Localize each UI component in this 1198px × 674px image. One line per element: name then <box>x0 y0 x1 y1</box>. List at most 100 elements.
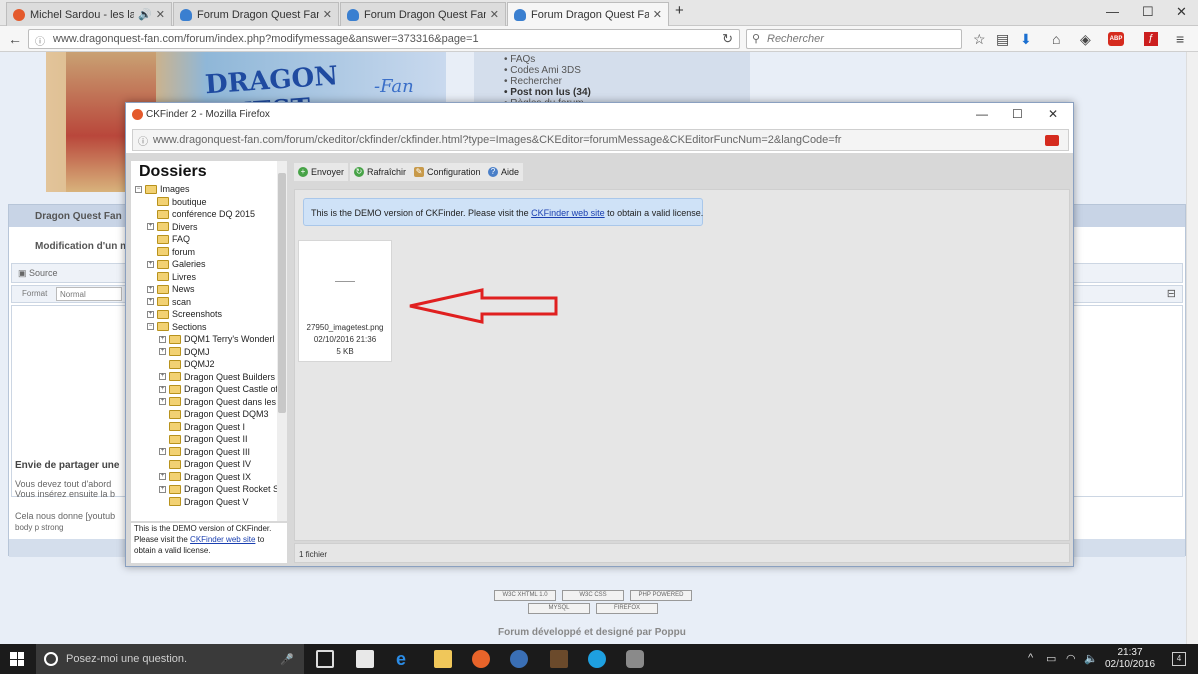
mysql-badge[interactable]: MYSQL <box>528 603 590 614</box>
folder-tree-item[interactable]: + Screenshots <box>147 308 222 320</box>
folder-tree-item[interactable]: Dragon Quest II <box>159 433 248 445</box>
folder-tree-item[interactable]: + Dragon Quest Castle of D <box>159 383 287 395</box>
w3c-xhtml-badge[interactable]: W3C XHTML 1.0 <box>494 590 556 601</box>
new-tab-button[interactable]: + <box>675 2 684 19</box>
tab-forum-dq-2[interactable]: Forum Dragon Quest Fan ... ✕ <box>340 2 506 26</box>
menu-item-faqs[interactable]: • FAQs <box>504 54 750 65</box>
skype-icon[interactable] <box>588 650 606 668</box>
source-button[interactable]: ▣ Source <box>18 268 58 279</box>
expand-icon[interactable]: + <box>159 398 166 405</box>
flash-icon[interactable]: ƒ <box>1144 32 1158 46</box>
close-tab-icon[interactable]: ✕ <box>156 8 165 21</box>
folders-scrollbar[interactable] <box>277 161 287 521</box>
search-bar[interactable]: ⚲ Rechercher <box>746 29 962 49</box>
reload-icon[interactable]: ↻ <box>722 31 733 47</box>
collapse-icon[interactable]: − <box>147 323 154 330</box>
minimize-icon[interactable]: — <box>1106 4 1119 19</box>
maximize-icon[interactable]: ☐ <box>1142 4 1154 20</box>
folder-tree-item[interactable]: conférence DQ 2015 <box>147 208 255 220</box>
expand-icon[interactable]: + <box>159 448 166 455</box>
upload-button[interactable]: + Envoyer <box>294 163 349 181</box>
ckfinder-website-link[interactable]: CKFinder web site <box>190 535 255 544</box>
firefox-badge[interactable]: FIREFOX <box>596 603 658 614</box>
expand-icon[interactable]: + <box>159 373 166 380</box>
tray-app-icon[interactable]: ▭ <box>1046 652 1056 665</box>
file-item[interactable]: 27950_imagetest.png 02/10/2016 21:36 5 K… <box>298 240 392 362</box>
menu-icon[interactable]: ≡ <box>1176 30 1184 48</box>
folders-scroll-thumb[interactable] <box>278 173 286 413</box>
folder-tree-item[interactable]: + Dragon Quest dans les a <box>159 396 284 408</box>
store-icon[interactable] <box>356 650 374 668</box>
folder-tree-item[interactable]: forum <box>147 246 195 258</box>
folder-tree-item[interactable]: FAQ <box>147 233 190 245</box>
folder-tree-item[interactable]: Dragon Quest IV <box>159 458 251 470</box>
maximize-editor-icon[interactable]: ⊟ <box>1167 287 1176 300</box>
page-scrollbar[interactable] <box>1186 52 1198 644</box>
firefox-taskbar-icon[interactable] <box>472 650 490 668</box>
popup-minimize-icon[interactable]: — <box>976 107 988 121</box>
download-icon[interactable]: ⬇ <box>1020 30 1032 48</box>
wifi-icon[interactable]: ◠ <box>1066 652 1076 665</box>
expand-icon[interactable]: + <box>147 260 154 268</box>
speaker-icon[interactable]: 🔊 <box>138 8 152 21</box>
folder-tree-item[interactable]: + News <box>147 283 195 295</box>
pocket-icon[interactable]: ◈ <box>1080 30 1091 48</box>
folder-tree-item[interactable]: + Dragon Quest Rocket Sl <box>159 483 281 495</box>
minecraft-icon[interactable] <box>550 650 568 668</box>
home-icon[interactable]: ⌂ <box>1052 30 1060 48</box>
php-badge[interactable]: PHP POWERED <box>630 590 692 601</box>
settings-button[interactable]: ✎ Configuration <box>410 163 485 181</box>
expand-icon[interactable]: + <box>147 310 154 318</box>
popup-close-icon[interactable]: ✕ <box>1048 107 1058 121</box>
menu-item-unread[interactable]: • Post non lus (34) <box>504 87 750 98</box>
bookmark-star-icon[interactable]: ☆ <box>973 30 986 48</box>
tab-michel-sardou[interactable]: Michel Sardou - les la... 🔊 ✕ <box>6 2 172 26</box>
url-bar[interactable]: ⓘ www.dragonquest-fan.com/forum/index.ph… <box>28 29 740 49</box>
close-window-icon[interactable]: ✕ <box>1176 4 1187 20</box>
menu-item-codes[interactable]: • Codes Ami 3DS <box>504 65 750 76</box>
folder-tree-item[interactable]: + DQM1 Terry's Wonderl <box>159 333 274 345</box>
expand-icon[interactable]: + <box>159 385 166 393</box>
popup-maximize-icon[interactable]: ☐ <box>1012 107 1023 121</box>
expand-icon[interactable]: + <box>159 485 166 493</box>
back-arrow-icon[interactable]: ← <box>8 30 22 48</box>
task-view-icon[interactable] <box>316 650 334 668</box>
microphone-icon[interactable]: 🎤 <box>280 653 294 666</box>
tab-forum-dq-1[interactable]: Forum Dragon Quest Fan ✕ <box>173 2 339 26</box>
refresh-button[interactable]: ↻ Rafraîchir <box>350 163 411 181</box>
notifications-icon[interactable]: 4 <box>1172 652 1186 666</box>
close-tab-icon[interactable]: ✕ <box>653 8 662 21</box>
popup-url-bar[interactable]: ⓘ www.dragonquest-fan.com/forum/ckeditor… <box>132 129 1069 151</box>
volume-icon[interactable]: 🔈 <box>1084 652 1098 665</box>
help-button[interactable]: ? Aide <box>484 163 524 181</box>
folder-tree-item[interactable]: + Dragon Quest III <box>159 446 250 458</box>
folder-tree-item[interactable]: Dragon Quest I <box>159 421 245 433</box>
folder-tree-item[interactable]: − Images <box>135 183 190 195</box>
format-select[interactable]: Normal <box>56 287 122 301</box>
folder-tree-item[interactable]: + Dragon Quest Builders <box>159 371 275 383</box>
folder-tree-item[interactable]: + Divers <box>147 221 198 233</box>
close-tab-icon[interactable]: ✕ <box>323 8 332 21</box>
expand-icon[interactable]: + <box>147 223 154 230</box>
expand-icon[interactable]: + <box>159 335 166 343</box>
folder-tree-item[interactable]: Dragon Quest DQM3 <box>159 408 269 420</box>
expand-icon[interactable]: + <box>147 285 154 293</box>
ckfinder-website-link[interactable]: CKFinder web site <box>531 208 605 218</box>
adblock-icon[interactable]: ABP <box>1108 32 1124 46</box>
cortana-search-box[interactable]: Posez-moi une question. 🎤 <box>36 644 304 674</box>
expand-icon[interactable]: + <box>147 298 154 305</box>
paint-icon[interactable] <box>626 650 644 668</box>
system-clock[interactable]: 21:37 02/10/2016 <box>1104 647 1156 671</box>
folder-tree-item[interactable]: Dragon Quest V <box>159 496 249 508</box>
folder-tree-item[interactable]: + Galeries <box>147 258 206 270</box>
tray-chevron-icon[interactable]: ^ <box>1028 652 1033 664</box>
collapse-icon[interactable]: − <box>135 185 142 193</box>
app-icon[interactable] <box>510 650 528 668</box>
expand-icon[interactable]: + <box>159 473 166 480</box>
folder-tree-item[interactable]: + Dragon Quest IX <box>159 471 251 483</box>
folder-tree-item[interactable]: + scan <box>147 296 191 308</box>
w3c-css-badge[interactable]: W3C CSS <box>562 590 624 601</box>
reading-list-icon[interactable]: ▤ <box>996 30 1009 48</box>
folder-tree-item[interactable]: DQMJ2 <box>159 358 215 370</box>
folder-tree-item[interactable]: − Sections <box>147 321 207 333</box>
